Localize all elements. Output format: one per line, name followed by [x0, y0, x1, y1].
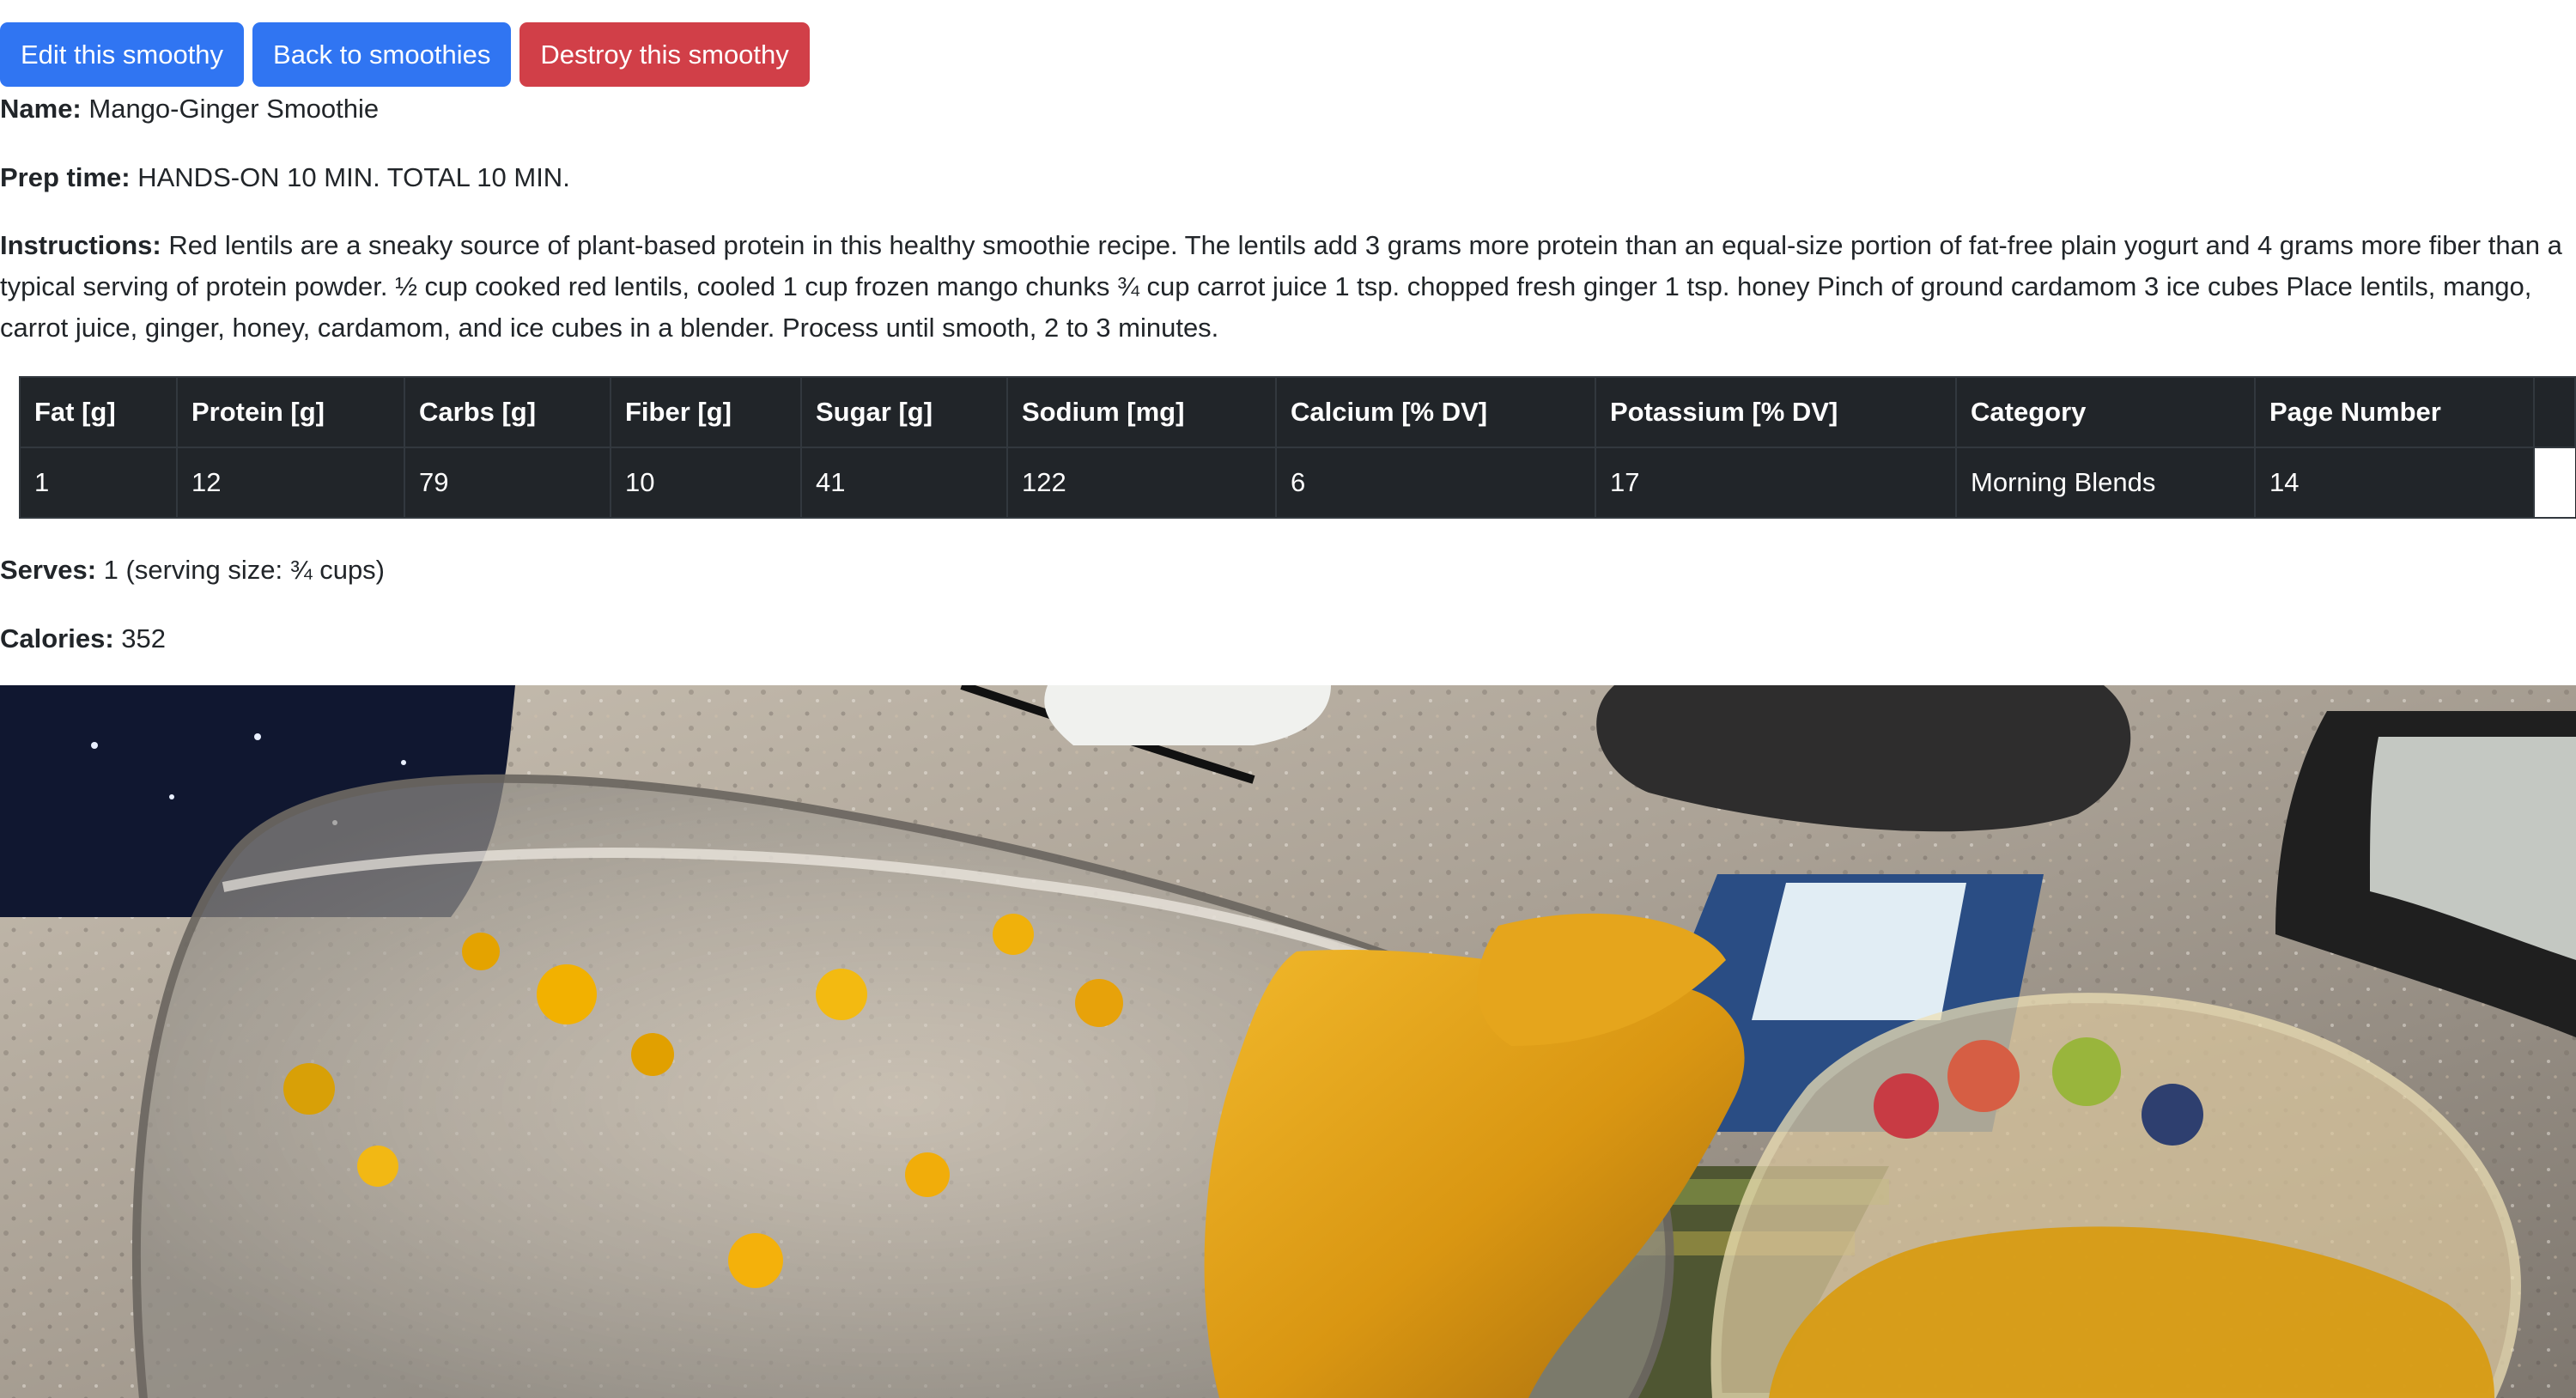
header-calcium: Calcium [% DV] — [1275, 376, 1596, 448]
header-sodium: Sodium [mg] — [1006, 376, 1277, 448]
header-fat: Fat [g] — [19, 376, 178, 448]
prep-time: Prep time: HANDS-ON 10 MIN. TOTAL 10 MIN… — [0, 157, 570, 198]
instructions-label: Instructions: — [0, 230, 161, 260]
instructions-value: Red lentils are a sneaky source of plant… — [0, 230, 2562, 343]
nutrition-header-row: Fat [g] Protein [g] Carbs [g] Fiber [g] … — [19, 376, 2576, 448]
header-carbs: Carbs [g] — [404, 376, 611, 448]
prep-time-value: HANDS-ON 10 MIN. TOTAL 10 MIN. — [137, 162, 570, 192]
action-toolbar: Edit this smoothy Back to smoothies Dest… — [0, 22, 810, 87]
destroy-smoothy-button[interactable]: Destroy this smoothy — [519, 22, 810, 87]
smoothie-name: Name: Mango-Ginger Smoothie — [0, 88, 379, 130]
header-potassium: Potassium [% DV] — [1595, 376, 1957, 448]
cell-sodium: 122 — [1006, 447, 1277, 519]
cell-fiber: 10 — [610, 447, 802, 519]
header-extra-empty — [2533, 376, 2576, 448]
name-label: Name: — [0, 94, 82, 124]
cell-category: Morning Blends — [1955, 447, 2256, 519]
serves: Serves: 1 (serving size: ¾ cups) — [0, 550, 385, 591]
nutrition-table: Fat [g] Protein [g] Carbs [g] Fiber [g] … — [19, 376, 2576, 519]
cell-fat: 1 — [19, 447, 178, 519]
back-to-smoothies-button[interactable]: Back to smoothies — [252, 22, 512, 87]
cell-potassium: 17 — [1595, 447, 1957, 519]
header-sugar: Sugar [g] — [800, 376, 1008, 448]
header-fiber: Fiber [g] — [610, 376, 802, 448]
cell-protein: 12 — [176, 447, 405, 519]
header-protein: Protein [g] — [176, 376, 405, 448]
serves-value: 1 (serving size: ¾ cups) — [103, 555, 386, 585]
cell-carbs: 79 — [404, 447, 611, 519]
table-row: 1 12 79 10 41 122 6 17 Morning Blends 14 — [19, 447, 2575, 519]
smoothie-photo — [0, 685, 2576, 1398]
cell-page-number: 14 — [2254, 447, 2535, 519]
cell-extra-empty — [2533, 447, 2575, 519]
calories: Calories: 352 — [0, 618, 166, 659]
prep-time-label: Prep time: — [0, 162, 131, 192]
smoothie-detail-page: Edit this smoothy Back to smoothies Dest… — [0, 0, 2576, 1398]
serves-label: Serves: — [0, 555, 97, 585]
header-category: Category — [1955, 376, 2256, 448]
name-value: Mango-Ginger Smoothie — [88, 94, 380, 124]
cell-calcium: 6 — [1275, 447, 1596, 519]
nutrition-table-wrapper: Fat [g] Protein [g] Carbs [g] Fiber [g] … — [19, 376, 2576, 520]
edit-smoothy-button[interactable]: Edit this smoothy — [0, 22, 245, 87]
cell-sugar: 41 — [800, 447, 1008, 519]
instructions: Instructions: Red lentils are a sneaky s… — [0, 225, 2567, 349]
calories-value: 352 — [121, 623, 167, 653]
calories-label: Calories: — [0, 623, 114, 653]
smoothie-photo-icon — [0, 685, 2576, 1398]
header-page-number: Page Number — [2254, 376, 2535, 448]
